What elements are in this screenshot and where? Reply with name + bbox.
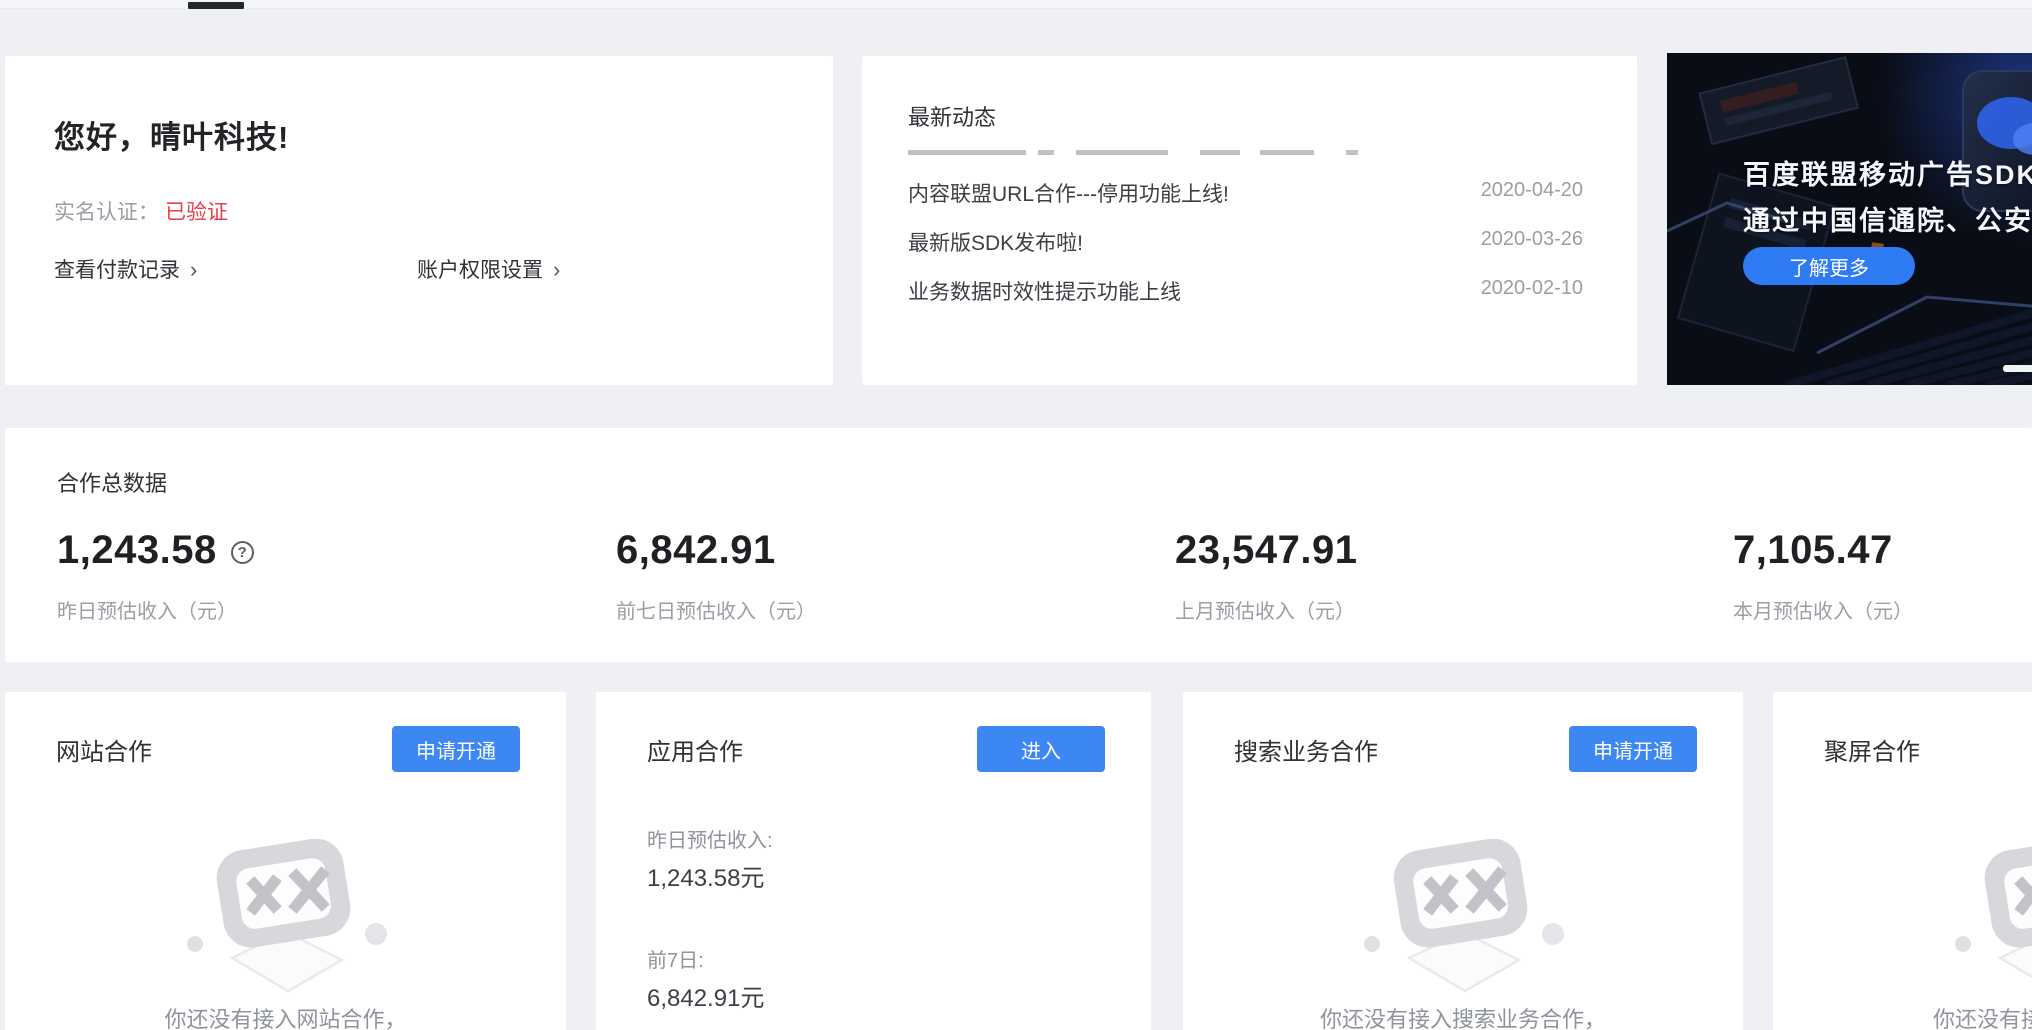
greeting-card: 您好，晴叶科技! 实名认证： 已验证 查看付款记录 › 账户权限设置 › (5, 56, 833, 385)
promo-banner[interactable]: 百度联盟移动广告SDK 通过中国信通院、公安 了解更多 (1667, 53, 2032, 385)
realname-row: 实名认证： 已验证 (54, 196, 228, 226)
payment-records-label: 查看付款记录 (54, 259, 180, 282)
news-item-scrolling-clipped (908, 150, 1358, 156)
card-title: 网站合作 (56, 732, 152, 767)
news-item-title: 最新版SDK发布啦! (908, 227, 1083, 257)
coop-card-search: 搜索业务合作 申请开通 你还没有接入搜索业务合作， (1183, 692, 1743, 1030)
news-item[interactable]: 内容联盟URL合作---停用功能上线! 2020-04-20 (908, 178, 1583, 208)
stats-card: 合作总数据 1,243.58? 昨日预估收入（元） 6,842.91 前七日预估… (5, 428, 2032, 662)
chevron-right-icon: › (190, 257, 197, 282)
stat-item-thismonth: 7,105.47 本月预估收入（元） (1733, 528, 2032, 624)
stat-value: 23,547.91 (1175, 528, 1357, 573)
verified-badge: 已验证 (165, 201, 228, 224)
metric-value: 6,842.91元 (647, 978, 764, 1013)
news-card: 最新动态 内容联盟URL合作---停用功能上线! 2020-04-20 最新版S… (862, 56, 1637, 385)
news-item-date: 2020-02-10 (1481, 277, 1583, 300)
help-icon[interactable]: ? (231, 541, 254, 564)
stats-title: 合作总数据 (57, 466, 167, 498)
news-title: 最新动态 (908, 100, 996, 132)
top-strip (0, 0, 2032, 9)
enter-button[interactable]: 进入 (977, 726, 1105, 772)
metric-value: 1,243.58元 (647, 858, 764, 893)
empty-state-text: 你还没有接入搜索业务合作， (1183, 1002, 1743, 1030)
learn-more-button[interactable]: 了解更多 (1743, 247, 1915, 285)
stat-label: 昨日预估收入（元） (57, 595, 597, 624)
empty-state-text: 你还没有接入网站合作， (5, 1002, 566, 1030)
news-item[interactable]: 最新版SDK发布啦! 2020-03-26 (908, 227, 1583, 257)
stat-item-lastmonth: 23,547.91 上月预估收入（元） (1175, 528, 1715, 624)
news-item[interactable]: 业务数据时效性提示功能上线 2020-02-10 (908, 276, 1583, 306)
coop-card-app: 应用合作 进入 昨日预估收入: 1,243.58元 前7日: 6,842.91元 (596, 692, 1151, 1030)
stat-item-yesterday: 1,243.58? 昨日预估收入（元） (57, 528, 597, 624)
metric-label: 前7日: (647, 944, 704, 973)
apply-open-button[interactable]: 申请开通 (1569, 726, 1697, 772)
carousel-indicator (2003, 365, 2032, 372)
coop-card-website: 网站合作 申请开通 你还没有接入网站合作， (5, 692, 566, 1030)
stat-label: 本月预估收入（元） (1733, 595, 2032, 624)
stat-label: 前七日预估收入（元） (616, 595, 1156, 624)
empty-state-illustration (184, 824, 388, 1006)
stat-label: 上月预估收入（元） (1175, 595, 1715, 624)
tab-indicator-dash (188, 2, 244, 9)
stat-value: 1,243.58 (57, 528, 217, 573)
news-item-date: 2020-04-20 (1481, 179, 1583, 202)
banner-headline-line1: 百度联盟移动广告SDK (1743, 153, 2032, 192)
card-title: 搜索业务合作 (1234, 732, 1378, 767)
empty-state-illustration (1952, 824, 2032, 1006)
coop-card-juping: 聚屏合作 你还没有接入聚屏合作， (1773, 692, 2032, 1030)
news-item-date: 2020-03-26 (1481, 228, 1583, 251)
stat-value: 7,105.47 (1733, 528, 1893, 573)
banner-headline-line2: 通过中国信通院、公安 (1743, 199, 2032, 238)
payment-records-link[interactable]: 查看付款记录 › (54, 254, 197, 284)
realname-label: 实名认证： (54, 201, 159, 224)
news-item-title: 内容联盟URL合作---停用功能上线! (908, 178, 1229, 208)
empty-state-illustration (1361, 824, 1565, 1006)
stat-value: 6,842.91 (616, 528, 776, 573)
news-item-title: 业务数据时效性提示功能上线 (908, 276, 1181, 306)
page-title: 您好，晴叶科技! (54, 112, 289, 157)
apply-open-button[interactable]: 申请开通 (392, 726, 520, 772)
stat-item-last7days: 6,842.91 前七日预估收入（元） (616, 528, 1156, 624)
empty-state-text: 你还没有接入聚屏合作， (1773, 1002, 2032, 1030)
account-permission-label: 账户权限设置 (417, 259, 543, 282)
metric-label: 昨日预估收入: (647, 824, 773, 853)
card-title: 应用合作 (647, 732, 743, 767)
chevron-right-icon: › (553, 257, 560, 282)
card-title: 聚屏合作 (1824, 732, 1920, 767)
account-permission-link[interactable]: 账户权限设置 › (417, 254, 560, 284)
